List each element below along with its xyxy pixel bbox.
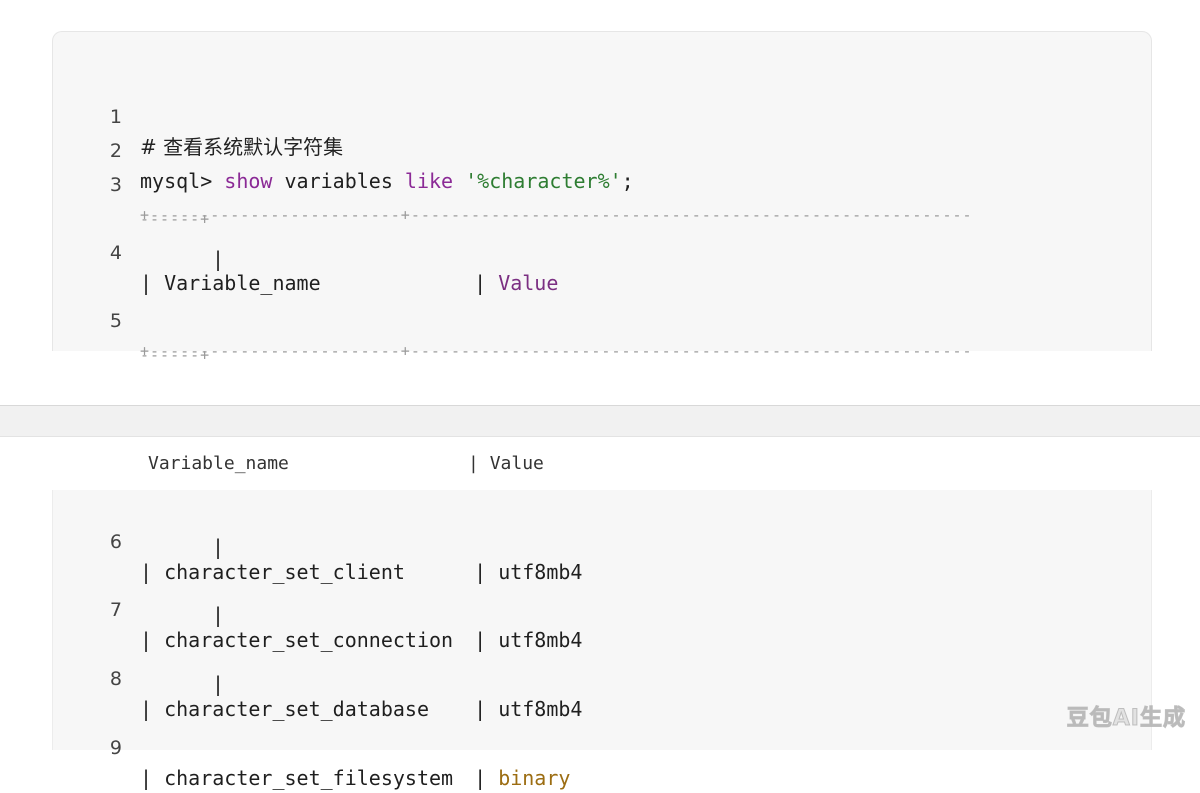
line-number: 5 xyxy=(109,310,122,332)
pipe: | xyxy=(140,271,153,295)
string-literal: '%character%' xyxy=(453,169,622,193)
header-variable-name: Variable_name xyxy=(164,271,321,295)
statement-terminator: ; xyxy=(621,169,634,193)
code-line-8: 8 | character_set_database | utf8mb4 xyxy=(0,634,583,721)
pipe: | xyxy=(474,271,487,295)
line-number: 4 xyxy=(109,242,122,264)
line-number: 7 xyxy=(109,599,122,621)
pipe: | xyxy=(140,697,153,721)
sticky-header-value: Value xyxy=(489,453,544,474)
table-divider: +-------------------------+-------------… xyxy=(140,206,973,224)
view-separator xyxy=(0,405,1200,437)
table-divider: +-------------------------+-------------… xyxy=(140,342,973,360)
wrap-pipe: | xyxy=(212,535,225,559)
code-line-3: 3 +-------------------------+-----------… xyxy=(0,140,972,224)
keyword-variables: variables xyxy=(272,169,405,193)
pipe: | xyxy=(140,560,153,584)
table-row: | character_set_filesystem | binary xyxy=(140,763,570,793)
code-line-9: 9 | character_set_filesystem | binary xyxy=(0,703,571,790)
variable-name: character_set_client xyxy=(164,560,405,584)
variable-name: character_set_filesystem xyxy=(164,766,454,790)
variable-value: binary xyxy=(498,766,571,790)
code-line-6: 6 | character_set_client | utf8mb4 xyxy=(0,497,583,584)
code-line-5: 5 +-------------------------+-----------… xyxy=(0,276,972,360)
variable-value: utf8mb4 xyxy=(498,628,583,652)
pipe: | xyxy=(140,766,153,790)
sticky-header-pipe: | xyxy=(468,453,479,474)
table-row: | character_set_database | utf8mb4 xyxy=(140,694,582,724)
keyword-like: like xyxy=(404,169,454,193)
table-header-row: | Variable_name | Value xyxy=(140,268,558,298)
code-line-2: 2 mysql> show variables like '%character… xyxy=(0,106,634,193)
pipe: | xyxy=(474,628,487,652)
table-divider-wrap: ------+ xyxy=(140,346,211,364)
table-row: | character_set_client | utf8mb4 xyxy=(140,557,582,587)
line-number: 3 xyxy=(109,174,122,196)
line-number: 9 xyxy=(109,737,122,759)
keyword-show: show xyxy=(224,169,273,193)
table-row: | character_set_connection | utf8mb4 xyxy=(140,625,582,655)
code-line-4: 4 | Variable_name | Value xyxy=(0,208,559,295)
mysql-prompt: mysql> xyxy=(140,169,225,193)
code-line-3-wrap: ------+ xyxy=(0,174,209,228)
line-number: 1 xyxy=(109,106,122,128)
line-number: 8 xyxy=(109,668,122,690)
pipe: | xyxy=(140,628,153,652)
variable-name: character_set_connection xyxy=(164,628,454,652)
variable-name: character_set_database xyxy=(164,697,429,721)
header-value: Value xyxy=(498,271,559,295)
table-divider-wrap: ------+ xyxy=(140,210,211,228)
pipe: | xyxy=(474,766,487,790)
code-line-1: 1 # 查看系统默认字符集 xyxy=(0,72,343,159)
pipe: | xyxy=(474,697,487,721)
wrap-pipe: | xyxy=(212,247,225,271)
code-line-7: 7 | character_set_connection | utf8mb4 xyxy=(0,565,583,652)
code-line-5-wrap: ------+ xyxy=(0,310,209,364)
line-number: 6 xyxy=(109,531,122,553)
code-comment: # 查看系统默认字符集 xyxy=(140,135,344,159)
variable-value: utf8mb4 xyxy=(498,560,583,584)
sticky-column-header: Variable_name | Value xyxy=(148,450,544,478)
ai-watermark: 豆包AI生成 xyxy=(1066,706,1186,732)
pipe: | xyxy=(474,560,487,584)
variable-value: utf8mb4 xyxy=(498,697,583,721)
wrap-pipe: | xyxy=(212,672,225,696)
wrap-pipe: | xyxy=(212,603,225,627)
sql-statement: mysql> show variables like '%character%'… xyxy=(140,166,634,196)
line-number: 2 xyxy=(109,140,122,162)
sticky-header-name: Variable_name xyxy=(148,453,289,474)
